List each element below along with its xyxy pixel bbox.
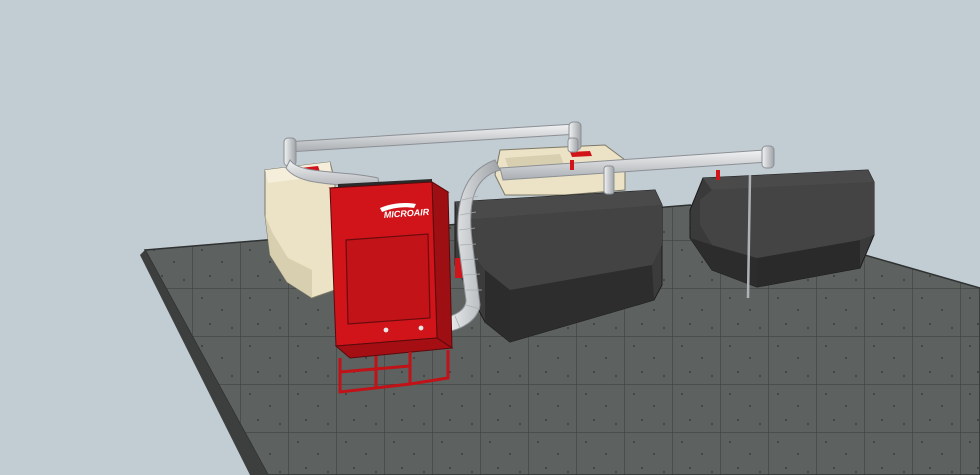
cad-scene: MICROAIR <box>140 121 980 475</box>
